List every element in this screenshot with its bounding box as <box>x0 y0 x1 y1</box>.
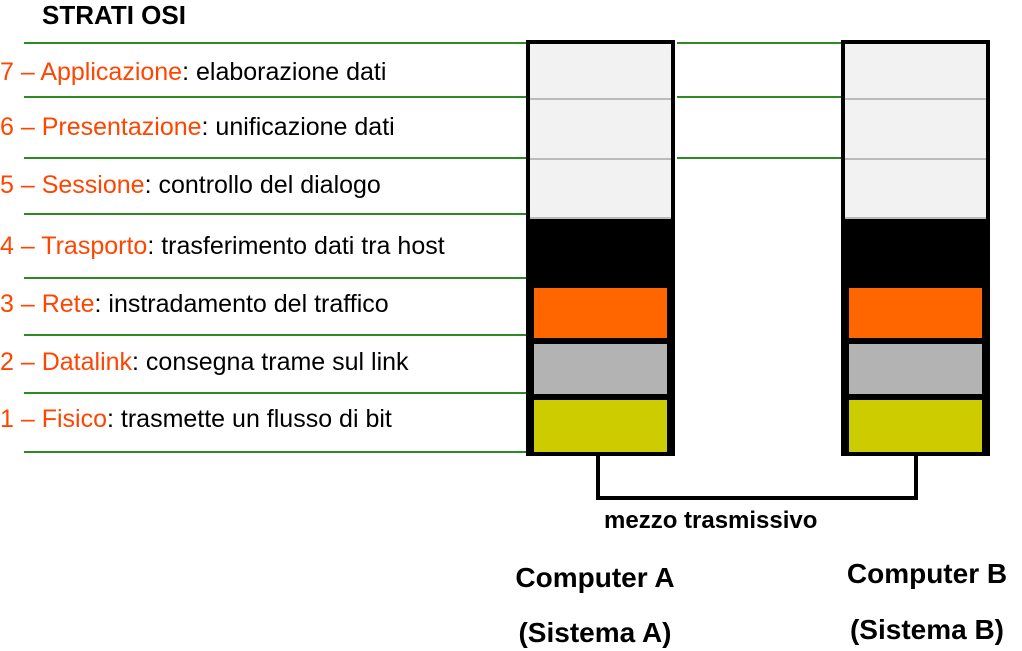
layer-number: 4 <box>0 232 14 260</box>
guide-line <box>24 157 527 159</box>
layer-label-3: 3 – Rete: instradamento del traffico <box>0 290 389 319</box>
layer-5-block <box>845 160 986 219</box>
layer-2-block <box>530 340 671 398</box>
layer-description: : unificazione dati <box>201 113 395 141</box>
layer-description: : trasmette un flusso di bit <box>107 405 392 433</box>
layer-number: 2 <box>0 348 14 376</box>
guide-line <box>24 42 527 44</box>
layer-name: Fisico <box>41 405 107 433</box>
layer-5-block <box>530 160 671 219</box>
layer-name: Applicazione <box>40 58 183 86</box>
layer-6-block <box>530 100 671 160</box>
layer-4-block <box>845 219 986 287</box>
layer-separator: – <box>13 290 42 318</box>
layer-name: Presentazione <box>41 113 202 141</box>
layer-separator: – <box>13 348 42 376</box>
layer-3-block <box>530 284 671 342</box>
layer-1-block <box>530 396 671 456</box>
layer-6-block <box>845 100 986 160</box>
layer-7-block <box>845 44 986 100</box>
layer-name: Sessione <box>41 171 145 199</box>
layer-label-6: 6 – Presentazione: unificazione dati <box>0 113 395 142</box>
layer-number: 1 <box>0 405 14 433</box>
layer-number: 7 <box>0 58 14 86</box>
layer-2-block <box>845 340 986 398</box>
guide-line <box>677 157 843 159</box>
layer-description: : elaborazione dati <box>182 58 387 86</box>
guide-line <box>677 42 843 44</box>
layer-label-7: 7 – Applicazione: elaborazione dati <box>0 58 386 87</box>
layer-name: Datalink <box>41 348 133 376</box>
layer-number: 6 <box>0 113 14 141</box>
medium-label: mezzo trasmissivo <box>604 507 818 534</box>
osi-diagram: STRATI OSI 7 – Applicazione: elaborazion… <box>0 0 1022 651</box>
layer-description: : consegna trame sul link <box>132 348 409 376</box>
layer-number: 5 <box>0 171 14 199</box>
layer-1-block <box>845 396 986 456</box>
guide-line <box>24 392 527 394</box>
computer-b-system: (Sistema B) <box>849 614 1005 645</box>
layer-label-4: 4 – Trasporto: trasferimento dati tra ho… <box>0 232 445 261</box>
computer-a-stack <box>526 40 675 456</box>
layer-label-2: 2 – Datalink: consegna trame sul link <box>0 348 409 377</box>
layer-separator: – <box>13 405 42 433</box>
layer-4-block <box>530 219 671 287</box>
computer-a-system: (Sistema A) <box>518 617 672 648</box>
layer-separator: – <box>13 113 42 141</box>
guide-line <box>24 96 527 98</box>
guide-line <box>677 96 843 98</box>
computer-a-name: Computer A <box>515 562 675 593</box>
diagram-title: STRATI OSI <box>42 0 186 30</box>
layer-description: : instradamento del traffico <box>94 290 389 318</box>
layer-7-block <box>530 44 671 100</box>
layer-label-1: 1 – Fisico: trasmette un flusso di bit <box>0 405 392 434</box>
layer-label-5: 5 – Sessione: controllo del dialogo <box>0 171 381 200</box>
guide-line <box>24 451 527 453</box>
computer-b-name: Computer B <box>846 558 1008 589</box>
layer-separator: – <box>13 171 42 199</box>
guide-line <box>24 277 527 279</box>
guide-line <box>24 334 527 336</box>
layer-name: Trasporto <box>41 232 148 260</box>
layer-number: 3 <box>0 290 14 318</box>
computer-b-stack <box>841 40 990 456</box>
layer-separator: – <box>13 58 41 86</box>
guide-line <box>24 213 527 215</box>
layer-description: : controllo del dialogo <box>144 171 381 199</box>
layer-name: Rete <box>41 290 95 318</box>
layer-separator: – <box>13 232 42 260</box>
layer-3-block <box>845 284 986 342</box>
layer-description: : trasferimento dati tra host <box>147 232 445 260</box>
